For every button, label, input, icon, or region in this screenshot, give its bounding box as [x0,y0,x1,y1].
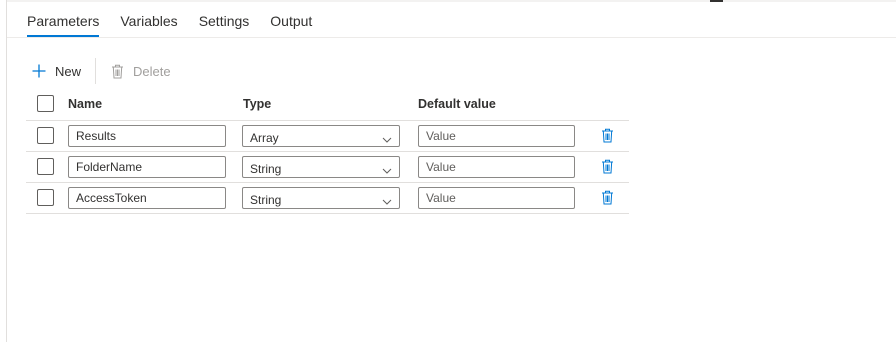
default-value-input[interactable]: Value [418,187,575,209]
trash-icon[interactable] [601,190,615,206]
column-header-default-value: Default value [418,97,496,111]
tabs-divider [7,37,896,38]
tab-bar: Parameters Variables Settings Output [27,0,333,37]
row-checkbox[interactable] [37,158,54,175]
select-all-checkbox[interactable] [37,95,54,112]
grid-header: Name Type Default value [26,88,629,121]
parameter-name-input[interactable]: Results [68,125,226,147]
parameter-name-input[interactable]: FolderName [68,156,226,178]
trash-icon[interactable] [601,159,615,175]
parameter-type-value: String [250,193,282,207]
default-value-input[interactable]: Value [418,156,575,178]
row-checkbox[interactable] [37,189,54,206]
tab-parameters[interactable]: Parameters [27,0,100,37]
chevron-down-icon [382,193,392,205]
pane-left-border [6,0,7,342]
column-header-type: Type [243,97,272,111]
resize-handle[interactable] [710,0,723,2]
column-header-name: Name [68,97,103,111]
trash-icon[interactable] [601,128,615,144]
tab-settings[interactable]: Settings [199,0,250,37]
parameters-toolbar: New Delete [31,58,171,84]
row-checkbox[interactable] [37,127,54,144]
parameter-type-value: String [250,162,282,176]
tab-variables[interactable]: Variables [120,0,177,37]
delete-button[interactable]: Delete [109,58,171,84]
new-button[interactable]: New [31,58,81,84]
table-row: Results Array Value [26,121,629,152]
delete-button-label: Delete [133,63,171,79]
trash-icon [109,63,125,79]
parameter-type-select[interactable]: Array [242,125,400,147]
chevron-down-icon [382,162,392,174]
tab-output[interactable]: Output [270,0,312,37]
table-row: FolderName String Value [26,152,629,183]
plus-icon [31,63,47,79]
new-button-label: New [55,63,82,79]
table-row: AccessToken String Value [26,183,629,214]
chevron-down-icon [382,131,392,143]
toolbar-separator [95,58,97,84]
parameter-type-select[interactable]: String [242,156,400,178]
parameters-grid: Name Type Default value Results Array Va… [26,88,629,214]
parameter-name-input[interactable]: AccessToken [68,187,226,209]
default-value-input[interactable]: Value [418,125,575,147]
parameter-type-value: Array [250,131,279,145]
parameter-type-select[interactable]: String [242,187,400,209]
